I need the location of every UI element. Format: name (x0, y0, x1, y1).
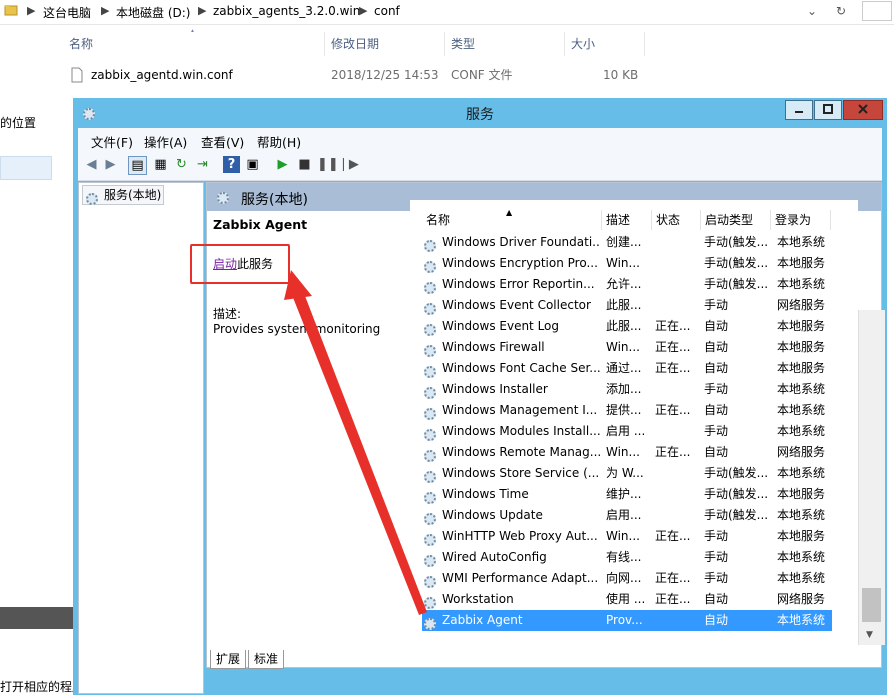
annotation-arrow (284, 270, 427, 615)
